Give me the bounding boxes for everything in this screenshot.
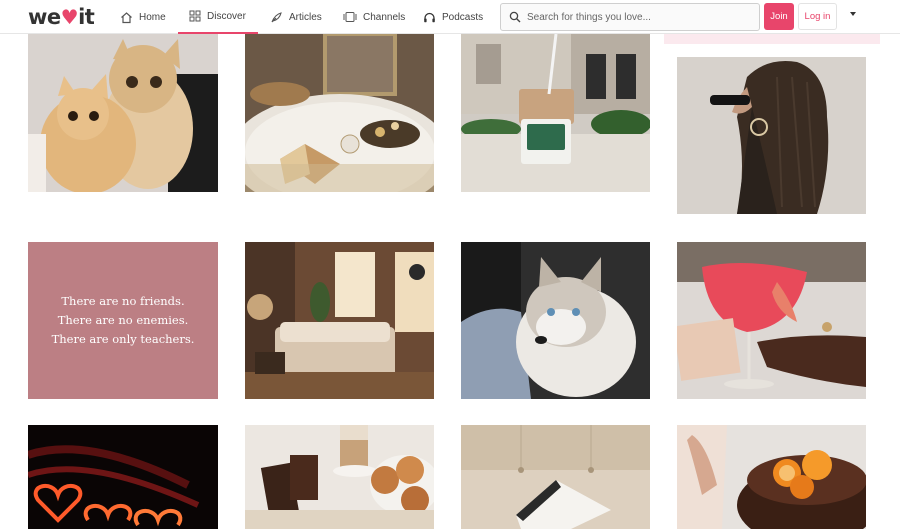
grid-icon — [189, 10, 201, 22]
logo-text-it: it — [78, 5, 95, 29]
image-cats[interactable] — [28, 34, 218, 192]
login-button[interactable]: Log in — [798, 3, 837, 30]
nav-discover-label: Discover — [207, 10, 246, 22]
nav-articles[interactable]: Articles — [270, 0, 322, 34]
channels-icon — [343, 12, 357, 22]
search-box[interactable] — [500, 3, 760, 31]
image-red-cocktail[interactable] — [677, 242, 866, 399]
nav-channels-label: Channels — [363, 11, 406, 23]
headphones-icon — [424, 12, 435, 22]
image-bedroom[interactable] — [245, 242, 434, 399]
chevron-down-icon[interactable] — [850, 12, 856, 16]
search-input[interactable] — [527, 11, 747, 23]
nav-discover[interactable]: Discover — [178, 0, 258, 34]
image-braids-woman[interactable] — [677, 57, 866, 214]
search-icon — [509, 11, 521, 23]
join-button[interactable]: Join — [764, 3, 794, 30]
nav-articles-label: Articles — [289, 11, 322, 23]
image-cakes-coffee[interactable] — [245, 425, 434, 529]
heart-icon: ♥ — [60, 5, 79, 29]
image-orange-cake[interactable] — [677, 425, 866, 529]
nav-home[interactable]: Home — [120, 0, 166, 34]
weheartit-logo[interactable]: we ♥ it — [28, 5, 95, 29]
image-coffee-street[interactable] — [461, 34, 650, 192]
image-husky-puppy[interactable] — [461, 242, 650, 399]
quote-card[interactable]: There are no friends. There are no enemi… — [28, 242, 218, 399]
image-neon-hearts[interactable] — [28, 425, 218, 529]
logo-text-we: we — [28, 5, 61, 29]
promo-banner-strip — [664, 34, 880, 44]
quote-line-2: There are no enemies. — [57, 313, 189, 327]
quote-line-1: There are no friends. — [61, 294, 185, 308]
top-navigation-bar: we ♥ it Home Discover Articles Channels … — [0, 0, 900, 34]
quote-line-3: There are only teachers. — [51, 332, 195, 346]
nav-podcasts-label: Podcasts — [442, 11, 484, 23]
nav-home-label: Home — [139, 11, 166, 23]
image-bath-books[interactable] — [245, 34, 434, 192]
nav-channels[interactable]: Channels — [343, 0, 405, 34]
home-icon — [121, 11, 132, 23]
feather-icon — [271, 11, 282, 22]
image-book-chair[interactable] — [461, 425, 650, 529]
nav-podcasts[interactable]: Podcasts — [423, 0, 483, 34]
